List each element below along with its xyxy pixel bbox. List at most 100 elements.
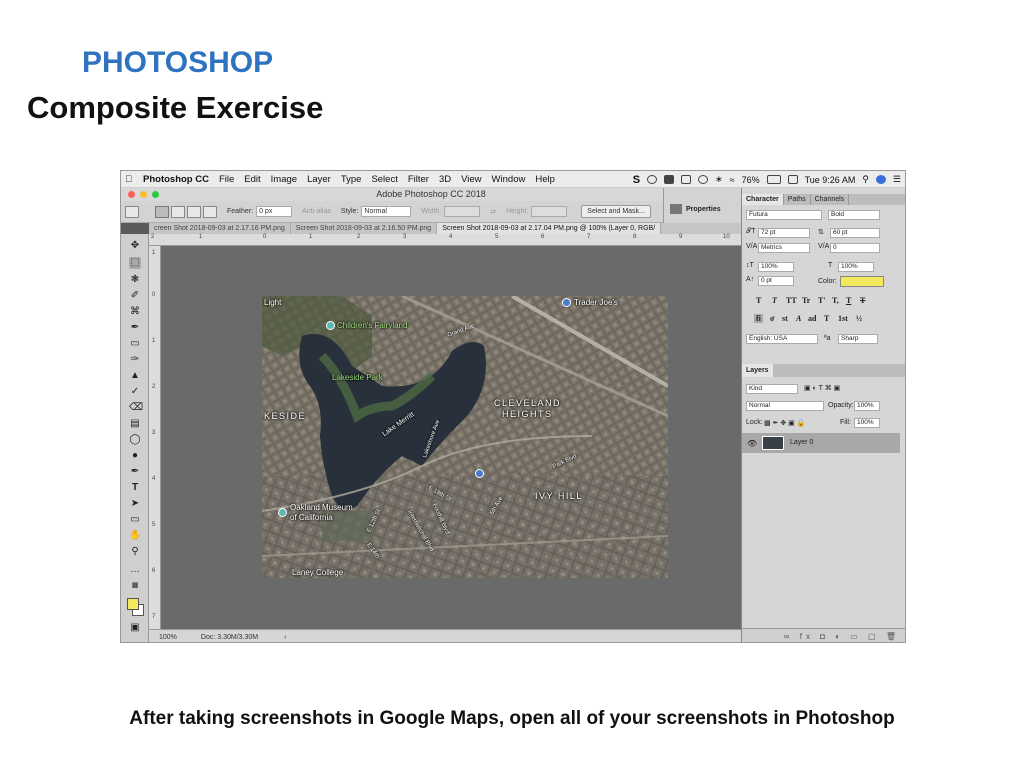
map-screenshot-image[interactable]: Light Trader Joe's Children's Fairyland …	[262, 296, 668, 578]
move-tool-icon[interactable]: ✥	[129, 240, 141, 252]
tool-preset-picker[interactable]	[125, 205, 139, 218]
crop-tool-icon[interactable]: ⌘	[129, 306, 141, 318]
document-tab[interactable]: creen Shot 2018-09-03 at 2.17.16 PM.png	[149, 223, 291, 234]
menu-type[interactable]: Type	[341, 174, 362, 185]
tab-character[interactable]: Character	[742, 194, 784, 205]
menu-image[interactable]: Image	[271, 174, 297, 185]
font-family-select[interactable]: Futura	[746, 210, 822, 220]
creative-cloud-icon[interactable]	[647, 175, 658, 184]
antialias-select[interactable]: Sharp	[838, 334, 878, 344]
layer-row[interactable]: 👁 Layer 0	[742, 433, 900, 453]
menu-filter[interactable]: Filter	[408, 174, 429, 185]
baseline-shift-input[interactable]: 0 pt	[758, 276, 794, 286]
titling-alternates-icon[interactable]: T	[824, 314, 829, 323]
type-tool-icon[interactable]: T	[129, 482, 141, 494]
wifi-icon[interactable]: ≈	[730, 175, 735, 185]
tab-layers[interactable]: Layers	[742, 364, 773, 377]
path-selection-tool-icon[interactable]: ➤	[129, 498, 141, 510]
select-and-mask-button[interactable]: Select and Mask...	[581, 205, 651, 218]
document-tab-active[interactable]: Screen Shot 2018-09-03 at 2.17.04 PM.png…	[437, 223, 662, 234]
visibility-eye-icon[interactable]: 👁	[747, 439, 757, 448]
hand-tool-icon[interactable]: ✋	[129, 530, 141, 542]
all-caps-icon[interactable]: TT	[786, 296, 797, 305]
opacity-input[interactable]: 100%	[854, 401, 880, 411]
brush-tool-icon[interactable]: ✑	[129, 354, 141, 366]
canvas-area[interactable]: Light Trader Joe's Children's Fairyland …	[161, 246, 741, 629]
height-input[interactable]	[531, 206, 568, 217]
strikethrough-icon[interactable]: T	[860, 296, 865, 305]
kerning-select[interactable]: Metrics	[758, 243, 810, 253]
tracking-select[interactable]: 0	[830, 243, 880, 253]
rectangle-tool-icon[interactable]: ▭	[129, 514, 141, 526]
lock-icons[interactable]: ▩ ✒ ✥ ▣ 🔒	[764, 419, 805, 427]
dodge-tool-icon[interactable]: ●	[129, 450, 141, 462]
zoom-level[interactable]: 100%	[159, 634, 177, 641]
feather-input[interactable]: 0 px	[256, 206, 293, 217]
marquee-tool-icon[interactable]: ⬚	[129, 257, 141, 269]
subtract-selection-icon[interactable]	[187, 205, 201, 218]
lasso-tool-icon[interactable]: ❃	[129, 274, 141, 286]
status-menu-arrow-icon[interactable]: ›	[284, 634, 286, 641]
underline-icon[interactable]: T	[846, 296, 851, 305]
skype-icon[interactable]: S	[633, 174, 640, 186]
subscript-icon[interactable]: T,	[832, 296, 839, 305]
menu-clock[interactable]: Tue 9:26 AM	[805, 175, 856, 185]
menu-select[interactable]: Select	[371, 174, 397, 185]
blur-tool-icon[interactable]: ◯	[129, 434, 141, 446]
display-icon[interactable]	[787, 175, 798, 184]
siri-icon[interactable]	[875, 175, 886, 184]
zoom-tool-icon[interactable]: ⚲	[129, 546, 141, 558]
pen-tool-icon[interactable]: ✒	[129, 466, 141, 478]
fill-input[interactable]: 100%	[854, 418, 880, 428]
swap-icon[interactable]: ⇄	[490, 208, 496, 216]
layer-name[interactable]: Layer 0	[790, 439, 813, 446]
properties-icon[interactable]	[670, 204, 682, 214]
stylistic-alternates-icon[interactable]: ad	[808, 314, 816, 323]
gradient-tool-icon[interactable]: ▤	[129, 418, 141, 430]
ordinals-icon[interactable]: 1st	[838, 314, 848, 323]
style-select[interactable]: Normal	[361, 206, 412, 217]
faux-italic-icon[interactable]: T	[772, 296, 777, 305]
menu-app-name[interactable]: Photoshop CC	[143, 174, 209, 185]
menu-edit[interactable]: Edit	[244, 174, 260, 185]
quick-mask-icon[interactable]: ▣	[129, 622, 141, 634]
intersect-selection-icon[interactable]	[203, 205, 217, 218]
layer-filter-select[interactable]: Kind	[746, 384, 798, 394]
battery-percent[interactable]: 76%	[742, 175, 760, 185]
swash-icon[interactable]: A	[796, 314, 801, 323]
blend-mode-select[interactable]: Normal	[746, 401, 824, 411]
horizontal-scale-input[interactable]: 100%	[838, 262, 874, 272]
language-select[interactable]: English: USA	[746, 334, 818, 344]
foreground-color-swatch[interactable]	[127, 598, 139, 610]
small-caps-icon[interactable]: Tr	[802, 296, 810, 305]
clone-stamp-tool-icon[interactable]: ▲	[129, 370, 141, 382]
menu-view[interactable]: View	[461, 174, 481, 185]
menu-3d[interactable]: 3D	[439, 174, 451, 185]
quick-select-tool-icon[interactable]: ✐	[129, 290, 141, 302]
bluetooth-icon[interactable]: ∗	[715, 174, 723, 185]
tab-paths[interactable]: Paths	[784, 194, 811, 205]
font-size-input[interactable]: 72 pt	[758, 228, 810, 238]
ligatures-icon[interactable]: fi	[754, 314, 763, 323]
time-machine-icon[interactable]	[698, 175, 709, 184]
healing-brush-tool-icon[interactable]: ▭	[129, 338, 141, 350]
text-color-swatch[interactable]	[840, 276, 884, 287]
zoom-window-button[interactable]	[152, 191, 159, 198]
menu-file[interactable]: File	[219, 174, 234, 185]
document-tab[interactable]: Screen Shot 2018-09-03 at 2.16.50 PM.png	[291, 223, 438, 234]
menu-help[interactable]: Help	[535, 174, 555, 185]
airplay-icon[interactable]	[681, 175, 692, 184]
fractions-icon[interactable]: ½	[856, 314, 862, 323]
menu-layer[interactable]: Layer	[307, 174, 331, 185]
old-style-icon[interactable]: ơ	[770, 314, 774, 323]
notification-center-icon[interactable]: ☰	[893, 174, 901, 185]
dropbox-icon[interactable]	[664, 175, 675, 184]
menu-window[interactable]: Window	[492, 174, 526, 185]
eyedropper-tool-icon[interactable]: ✒	[129, 322, 141, 334]
eraser-tool-icon[interactable]: ⌫	[129, 402, 143, 414]
font-style-select[interactable]: Bold	[828, 210, 880, 220]
discretionary-ligatures-icon[interactable]: st	[782, 314, 788, 323]
tab-channels[interactable]: Channels	[811, 194, 850, 205]
add-selection-icon[interactable]	[171, 205, 185, 218]
spotlight-icon[interactable]: ⚲	[862, 174, 869, 185]
